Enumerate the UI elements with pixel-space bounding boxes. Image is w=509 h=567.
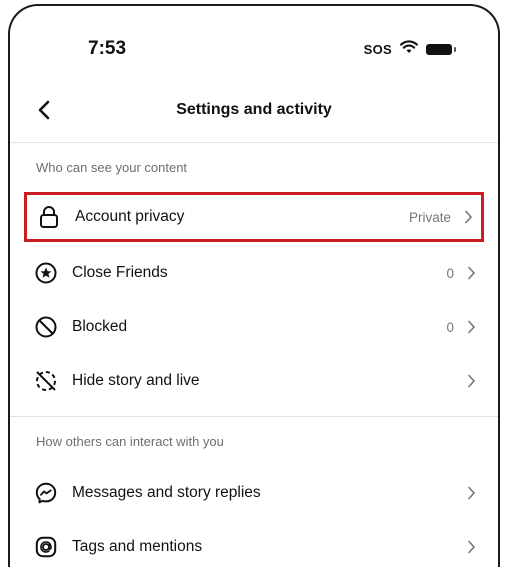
tags-mentions-label: Tags and mentions xyxy=(72,538,203,555)
hide-story-icon xyxy=(34,369,58,393)
star-circle-icon xyxy=(34,261,58,285)
phone-frame: 7:53 SOS Settings and activity Who can s… xyxy=(8,4,500,567)
wifi-icon xyxy=(400,40,418,59)
blocked-label: Blocked xyxy=(72,318,128,335)
header-divider xyxy=(10,142,498,143)
status-bar: 7:53 SOS xyxy=(10,34,498,64)
hide-story-label: Hide story and live xyxy=(72,372,200,389)
chevron-right-icon xyxy=(464,320,478,334)
account-privacy-row[interactable]: Account privacy Private xyxy=(24,192,484,242)
messages-story-replies-row[interactable]: Messages and story replies xyxy=(24,468,484,518)
chevron-right-icon xyxy=(464,374,478,388)
blocked-row[interactable]: Blocked 0 xyxy=(24,302,484,352)
chevron-right-icon xyxy=(464,540,478,554)
status-indicators: SOS xyxy=(363,40,456,59)
page-title: Settings and activity xyxy=(176,101,332,118)
messages-story-replies-label: Messages and story replies xyxy=(72,484,261,501)
carrier-label: SOS xyxy=(363,42,392,57)
status-time: 7:53 xyxy=(88,38,127,59)
account-privacy-label: Account privacy xyxy=(75,208,185,225)
close-friends-count: 0 xyxy=(446,265,454,281)
tags-mentions-row[interactable]: Tags and mentions xyxy=(24,522,484,567)
section-divider xyxy=(10,416,498,417)
close-friends-label: Close Friends xyxy=(72,264,168,281)
blocked-icon xyxy=(34,315,58,339)
messenger-icon xyxy=(34,481,58,505)
section-header-interactions: How others can interact with you xyxy=(36,434,224,449)
chevron-right-icon xyxy=(464,486,478,500)
lock-icon xyxy=(37,205,61,229)
hide-story-row[interactable]: Hide story and live xyxy=(24,356,484,406)
navigation-header: Settings and activity xyxy=(10,92,498,132)
battery-icon xyxy=(426,44,456,55)
account-privacy-value: Private xyxy=(408,209,451,225)
at-sign-icon xyxy=(34,535,58,559)
chevron-right-icon xyxy=(464,266,478,280)
chevron-right-icon xyxy=(461,210,475,224)
section-header-content-visibility: Who can see your content xyxy=(36,160,188,175)
close-friends-row[interactable]: Close Friends 0 xyxy=(24,248,484,298)
blocked-count: 0 xyxy=(446,319,454,335)
